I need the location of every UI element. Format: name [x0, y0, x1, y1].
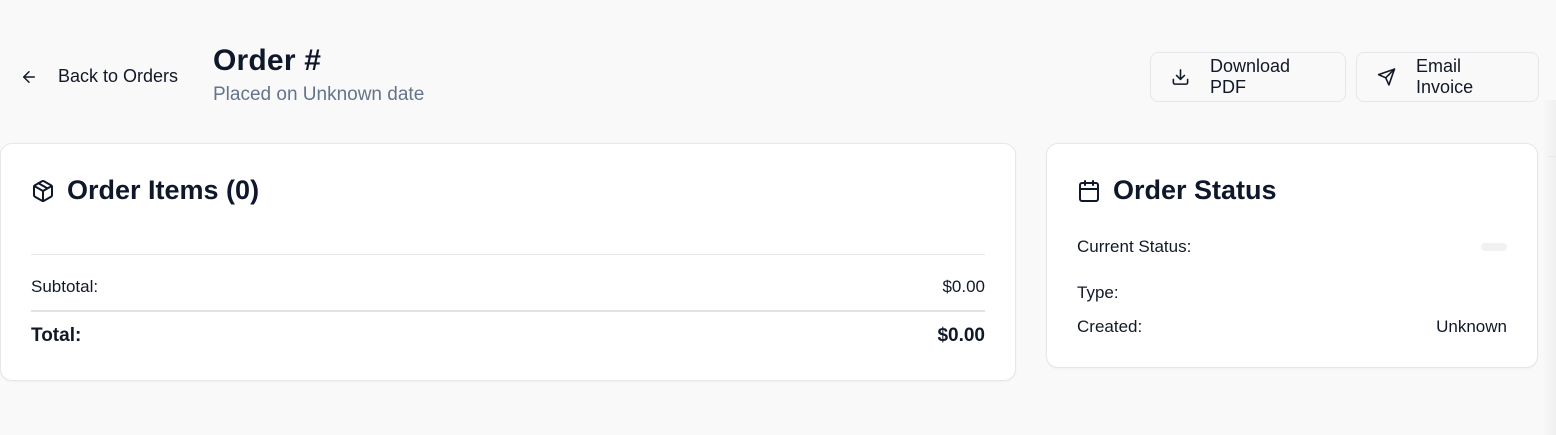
order-status-heading: Order Status	[1077, 175, 1277, 206]
subtotal-label: Subtotal:	[31, 277, 99, 296]
total-value: $0.00	[937, 325, 985, 346]
send-icon	[1377, 68, 1396, 86]
back-to-orders-link[interactable]: Back to Orders	[20, 66, 178, 87]
current-status-label: Current Status:	[1077, 237, 1192, 256]
page-subtitle: Placed on Unknown date	[213, 84, 425, 105]
arrow-left-icon	[23, 70, 35, 83]
created-value: Unknown	[1436, 317, 1507, 336]
order-items-title: Order Items (0)	[67, 175, 260, 205]
subtotal-value: $0.00	[942, 277, 985, 296]
total-label: Total:	[31, 325, 82, 346]
download-pdf-button[interactable]: Download PDF	[1150, 52, 1346, 102]
order-items-heading: Order Items (0)	[31, 175, 259, 206]
created-row: Created: Unknown	[1077, 317, 1507, 337]
order-status-title: Order Status	[1113, 175, 1277, 205]
order-status-card: Order Status Current Status: Type: Creat…	[1046, 143, 1538, 368]
calendar-icon	[1079, 179, 1099, 202]
download-icon	[1172, 69, 1189, 85]
email-invoice-label: Email Invoice	[1416, 56, 1474, 97]
page-title: Order #	[213, 44, 322, 77]
email-invoice-button[interactable]: Email Invoice	[1356, 52, 1539, 102]
type-label: Type:	[1077, 283, 1119, 302]
back-to-orders-label: Back to Orders	[58, 66, 179, 86]
current-status-row: Current Status:	[1077, 237, 1507, 257]
order-items-card: Order Items (0) Subtotal: $0.00 Total: $…	[0, 143, 1016, 381]
package-icon	[33, 179, 53, 202]
status-badge	[1481, 243, 1507, 251]
total-row: Total: $0.00	[31, 325, 985, 347]
total-divider	[31, 310, 985, 312]
items-divider	[31, 254, 985, 255]
scroll-edge-shadow	[1542, 100, 1556, 435]
type-row: Type:	[1077, 283, 1507, 303]
page-header: Order # Placed on Unknown date	[213, 44, 424, 106]
order-detail-page: Back to Orders Order # Placed on Unknown…	[0, 0, 1556, 435]
download-pdf-label: Download PDF	[1210, 56, 1291, 97]
subtotal-row: Subtotal: $0.00	[31, 277, 985, 297]
created-label: Created:	[1077, 317, 1143, 336]
edge-divider	[1548, 156, 1556, 157]
